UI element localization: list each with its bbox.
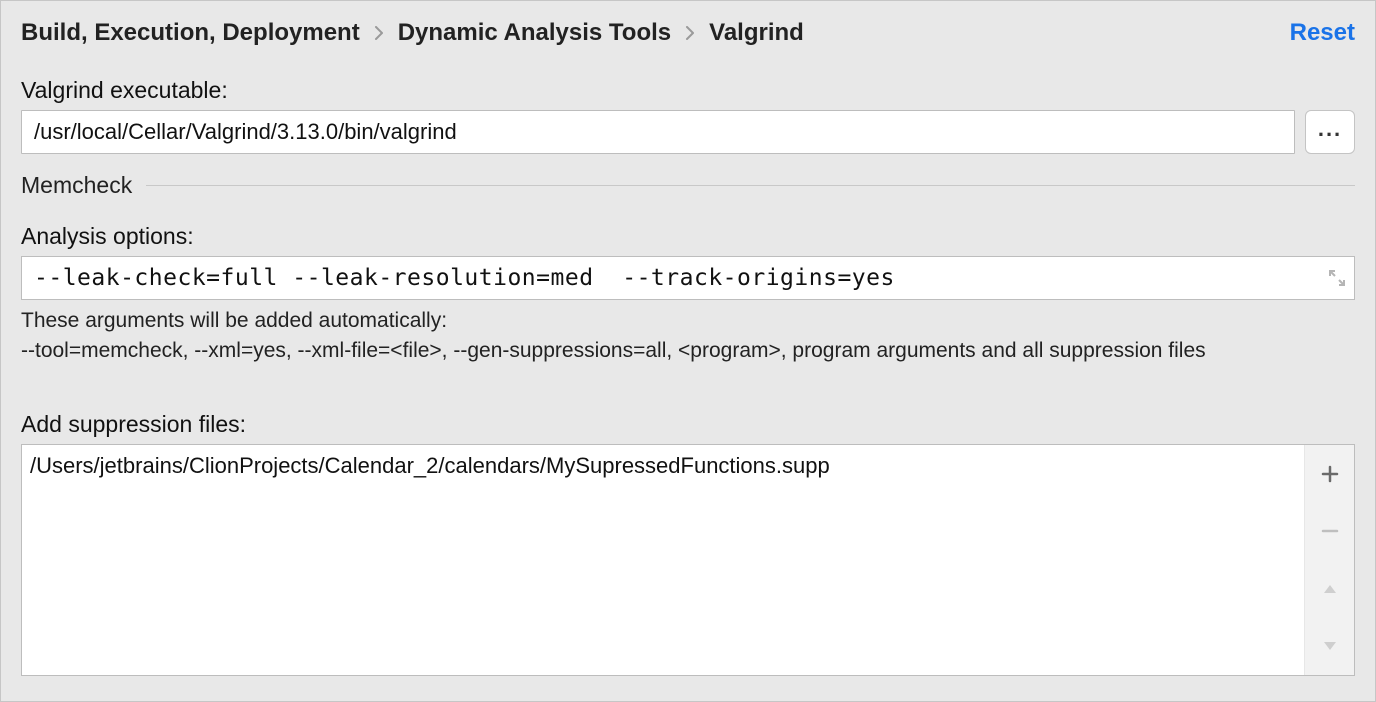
- auto-note-line: --tool=memcheck, --xml=yes, --xml-file=<…: [21, 336, 1355, 366]
- options-label: Analysis options:: [21, 223, 1355, 250]
- chevron-right-icon: [685, 24, 695, 45]
- executable-label: Valgrind executable:: [21, 77, 1355, 104]
- reset-button[interactable]: Reset: [1290, 19, 1355, 47]
- breadcrumb-item[interactable]: Build, Execution, Deployment: [21, 19, 360, 47]
- header-row: Build, Execution, Deployment Dynamic Ana…: [21, 19, 1355, 47]
- suppression-toolbar: [1304, 445, 1354, 675]
- expand-icon[interactable]: [1328, 269, 1346, 287]
- suppression-list[interactable]: /Users/jetbrains/ClionProjects/Calendar_…: [22, 445, 1304, 675]
- section-title: Memcheck: [21, 172, 132, 199]
- suppression-files: /Users/jetbrains/ClionProjects/Calendar_…: [21, 444, 1355, 676]
- executable-row: ...: [21, 110, 1355, 154]
- auto-note-line: These arguments will be added automatica…: [21, 306, 1355, 336]
- browse-button[interactable]: ...: [1305, 110, 1355, 154]
- chevron-right-icon: [374, 24, 384, 45]
- breadcrumb: Build, Execution, Deployment Dynamic Ana…: [21, 19, 804, 47]
- memcheck-section-header: Memcheck: [21, 172, 1355, 199]
- settings-panel: Build, Execution, Deployment Dynamic Ana…: [0, 0, 1376, 702]
- breadcrumb-item[interactable]: Dynamic Analysis Tools: [398, 19, 671, 47]
- options-row: [21, 256, 1355, 300]
- divider: [146, 185, 1355, 186]
- add-button[interactable]: [1305, 445, 1354, 503]
- options-input[interactable]: [22, 257, 1314, 299]
- breadcrumb-item[interactable]: Valgrind: [709, 19, 804, 47]
- move-up-button[interactable]: [1305, 560, 1354, 618]
- remove-button[interactable]: [1305, 502, 1354, 560]
- auto-arguments-note: These arguments will be added automatica…: [21, 306, 1355, 367]
- options-field: [21, 256, 1355, 300]
- list-item[interactable]: /Users/jetbrains/ClionProjects/Calendar_…: [30, 451, 1296, 481]
- executable-input[interactable]: [21, 110, 1295, 154]
- move-down-button[interactable]: [1305, 617, 1354, 675]
- suppression-label: Add suppression files:: [21, 411, 1355, 438]
